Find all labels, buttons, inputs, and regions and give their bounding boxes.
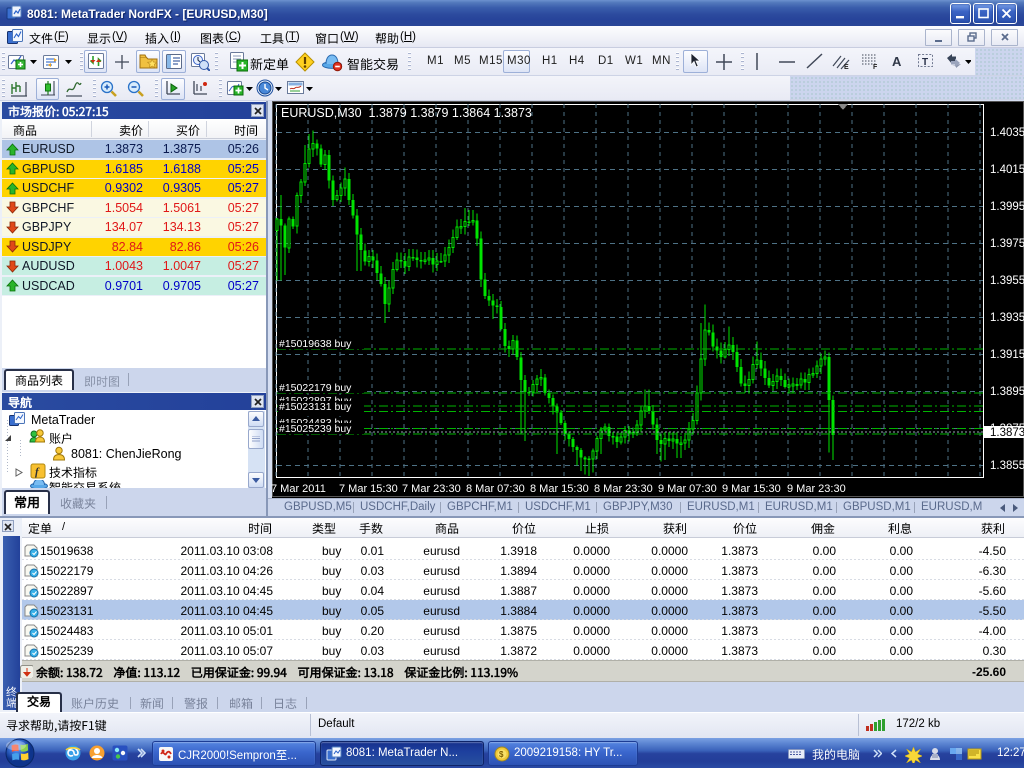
svg-text:9 Mar 23:30: 9 Mar 23:30 [787, 483, 846, 495]
svg-text:7 Mar 2011: 7 Mar 2011 [271, 483, 326, 495]
svg-text:1.3895: 1.3895 [990, 386, 1024, 398]
svg-text:1.3915: 1.3915 [990, 349, 1024, 361]
svg-text:7 Mar 15:30: 7 Mar 15:30 [339, 483, 398, 495]
svg-text:1.4035: 1.4035 [990, 127, 1024, 139]
svg-text:1.3955: 1.3955 [990, 275, 1024, 287]
svg-text:1.3975: 1.3975 [990, 238, 1024, 250]
svg-text:9 Mar 07:30: 9 Mar 07:30 [658, 483, 717, 495]
svg-text:EURUSD,M30 1.3879 1.3879 1.38: EURUSD,M30 1.3879 1.3879 1.3864 1.3873 [281, 106, 532, 120]
svg-text:#15025239 buy: #15025239 buy [279, 423, 352, 435]
svg-text:1.3995: 1.3995 [990, 201, 1024, 213]
svg-text:1.4015: 1.4015 [990, 164, 1024, 176]
svg-text:1.3873: 1.3873 [990, 427, 1024, 439]
svg-text:8 Mar 15:30: 8 Mar 15:30 [530, 483, 589, 495]
svg-text:7 Mar 23:30: 7 Mar 23:30 [402, 483, 461, 495]
svg-text:#15022179 buy: #15022179 buy [279, 382, 352, 394]
svg-text:$: $ [499, 750, 504, 759]
svg-text:9 Mar 15:30: 9 Mar 15:30 [722, 483, 781, 495]
svg-text:8 Mar 23:30: 8 Mar 23:30 [594, 483, 653, 495]
svg-text:8 Mar 07:30: 8 Mar 07:30 [466, 483, 525, 495]
svg-text:T: T [922, 57, 928, 68]
svg-text:#15019638 buy: #15019638 buy [279, 338, 352, 350]
svg-text:1.3855: 1.3855 [990, 460, 1024, 472]
svg-text:F: F [873, 64, 878, 70]
svg-text:E: E [844, 64, 849, 70]
svg-text:#15023131 buy: #15023131 buy [279, 401, 352, 413]
svg-text:1.3935: 1.3935 [990, 312, 1024, 324]
